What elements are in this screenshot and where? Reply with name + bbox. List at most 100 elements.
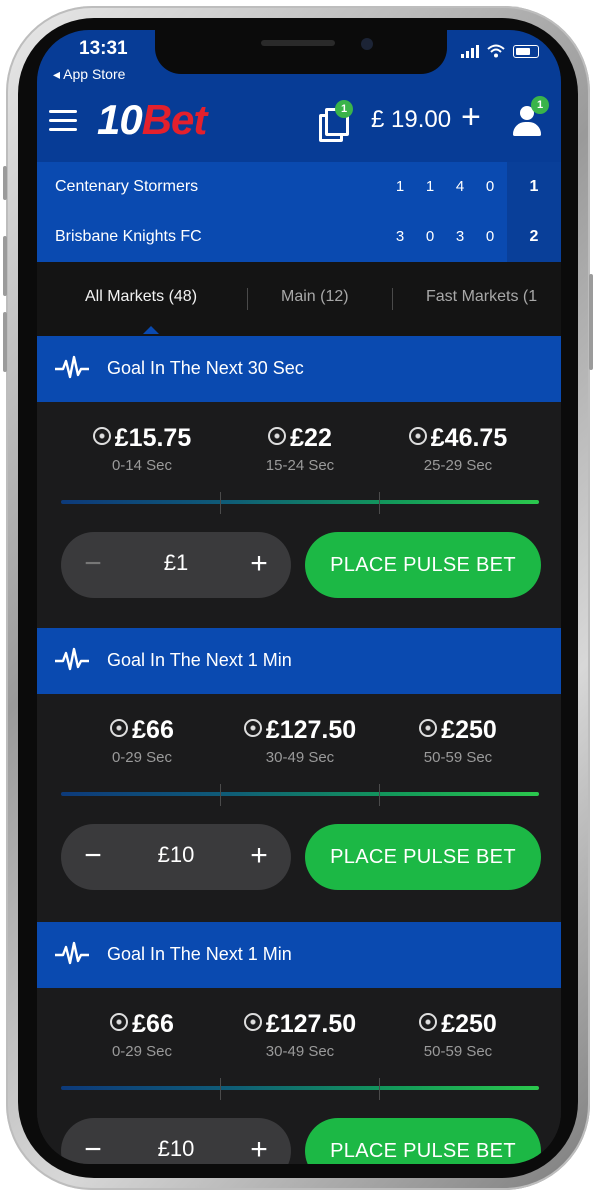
odds-option[interactable]: £22 15-24 Sec <box>225 424 375 474</box>
mute-switch <box>3 166 7 200</box>
user-icon[interactable]: 1 <box>511 96 549 138</box>
period-score: 0 <box>425 228 435 245</box>
market-title: Goal In The Next 1 Min <box>107 944 292 964</box>
period-score: 1 <box>425 178 435 195</box>
odds-option[interactable]: £127.50 30-49 Sec <box>225 716 375 766</box>
football-icon <box>408 427 427 446</box>
time-range: 0-29 Sec <box>111 749 173 766</box>
odds-price: £66 <box>132 1010 174 1038</box>
scoreboard: Centenary Stormers 1 1 4 0 1 Brisbane Kn… <box>37 162 561 262</box>
market-card: Goal In The Next 30 Sec £15.75 0-14 Sec … <box>37 336 561 628</box>
odds-price: £15.75 <box>114 424 192 452</box>
odds-price: £250 <box>441 1010 497 1038</box>
odds-option[interactable]: £127.50 30-49 Sec <box>225 1010 375 1060</box>
volume-up-button <box>3 236 7 296</box>
football-icon <box>419 1013 438 1032</box>
time-track <box>61 1086 539 1090</box>
odds-option[interactable]: £66 0-29 Sec <box>67 1010 217 1060</box>
stake-value[interactable]: £1 <box>131 550 221 576</box>
period-score: 0 <box>485 228 495 245</box>
period-score: 3 <box>455 228 465 245</box>
time-range: 50-59 Sec <box>423 1043 493 1060</box>
time-track <box>61 500 539 504</box>
tab-fast-markets[interactable]: Fast Markets (1 <box>426 288 537 306</box>
track-divider <box>379 784 380 806</box>
place-pulse-bet-button[interactable]: PLACE PULSE BET <box>305 1118 541 1164</box>
increase-stake-button[interactable]: + <box>241 546 277 582</box>
market-header[interactable]: Goal In The Next 1 Min <box>37 628 561 694</box>
decrease-stake-button[interactable]: − <box>75 1132 111 1164</box>
time-range: 0-29 Sec <box>111 1043 173 1060</box>
back-to-app-store[interactable]: ◂ App Store <box>53 66 125 83</box>
football-icon <box>268 427 287 446</box>
market-title: Goal In The Next 1 Min <box>107 650 292 670</box>
menu-icon[interactable] <box>49 110 77 137</box>
place-pulse-bet-button[interactable]: PLACE PULSE BET <box>305 824 541 890</box>
market-body: £66 0-29 Sec £127.50 30-49 Sec £250 50-5… <box>37 988 561 1164</box>
total-score: 1 <box>529 178 539 195</box>
period-score: 0 <box>485 178 495 195</box>
increase-stake-button[interactable]: + <box>241 838 277 874</box>
football-icon <box>243 1013 262 1032</box>
odds-option[interactable]: £15.75 0-14 Sec <box>67 424 217 474</box>
market-tabs: All Markets (48) Main (12) Fast Markets … <box>37 262 561 336</box>
app-screen: 13:31 ◂ App Store 10Bet 1 £ 19.00 + 1 Ce… <box>37 30 561 1164</box>
brand-logo[interactable]: 10Bet <box>97 96 207 144</box>
odds-price: £22 <box>290 424 332 452</box>
odds-price: £127.50 <box>265 1010 357 1038</box>
pulse-icon <box>55 941 89 965</box>
track-divider <box>220 784 221 806</box>
market-title: Goal In The Next 30 Sec <box>107 358 304 378</box>
battery-icon <box>513 44 539 58</box>
odds-price: £66 <box>132 716 174 744</box>
market-header[interactable]: Goal In The Next 30 Sec <box>37 336 561 402</box>
account-balance[interactable]: £ 19.00 <box>371 106 451 134</box>
odds-price: £46.75 <box>430 424 508 452</box>
stake-value[interactable]: £10 <box>131 842 221 868</box>
decrease-stake-button[interactable]: − <box>75 838 111 874</box>
status-time: 13:31 <box>79 38 128 59</box>
time-range: 30-49 Sec <box>265 1043 335 1060</box>
signal-icon <box>461 44 479 58</box>
notch <box>155 30 447 74</box>
market-card: Goal In The Next 1 Min £66 0-29 Sec £127… <box>37 922 561 1164</box>
total-score: 2 <box>529 228 539 245</box>
betslip-icon[interactable]: 1 <box>319 100 353 142</box>
football-icon <box>110 719 129 738</box>
tab-divider <box>247 288 248 310</box>
tab-all-markets[interactable]: All Markets (48) <box>85 288 197 306</box>
pulse-icon <box>55 647 89 671</box>
time-range: 30-49 Sec <box>265 749 335 766</box>
pulse-icon <box>55 355 89 379</box>
market-body: £15.75 0-14 Sec £22 15-24 Sec £46.75 25-… <box>37 402 561 628</box>
team-name: Centenary Stormers <box>55 178 199 195</box>
increase-stake-button[interactable]: + <box>241 1132 277 1164</box>
logo-number: 10 <box>97 96 143 143</box>
front-camera <box>361 38 373 50</box>
market-body: £66 0-29 Sec £127.50 30-49 Sec £250 50-5… <box>37 694 561 920</box>
odds-option[interactable]: £66 0-29 Sec <box>67 716 217 766</box>
tab-main[interactable]: Main (12) <box>281 288 349 306</box>
stake-value[interactable]: £10 <box>131 1136 221 1162</box>
team-name: Brisbane Knights FC <box>55 228 202 245</box>
time-track <box>61 792 539 796</box>
period-score: 3 <box>395 228 405 245</box>
volume-down-button <box>3 312 7 372</box>
account-badge: 1 <box>531 96 549 114</box>
betslip-count-badge: 1 <box>335 100 353 118</box>
plus-icon[interactable]: + <box>461 100 481 134</box>
odds-price: £127.50 <box>265 716 357 744</box>
place-pulse-bet-button[interactable]: PLACE PULSE BET <box>305 532 541 598</box>
time-range: 0-14 Sec <box>111 457 173 474</box>
odds-option[interactable]: £46.75 25-29 Sec <box>383 424 533 474</box>
market-card: Goal In The Next 1 Min £66 0-29 Sec £127… <box>37 628 561 920</box>
market-header[interactable]: Goal In The Next 1 Min <box>37 922 561 988</box>
odds-option[interactable]: £250 50-59 Sec <box>383 716 533 766</box>
odds-option[interactable]: £250 50-59 Sec <box>383 1010 533 1060</box>
track-divider <box>220 492 221 514</box>
football-icon <box>110 1013 129 1032</box>
period-score: 4 <box>455 178 465 195</box>
football-icon <box>92 427 111 446</box>
power-button <box>589 274 593 370</box>
decrease-stake-button[interactable]: − <box>75 546 111 582</box>
